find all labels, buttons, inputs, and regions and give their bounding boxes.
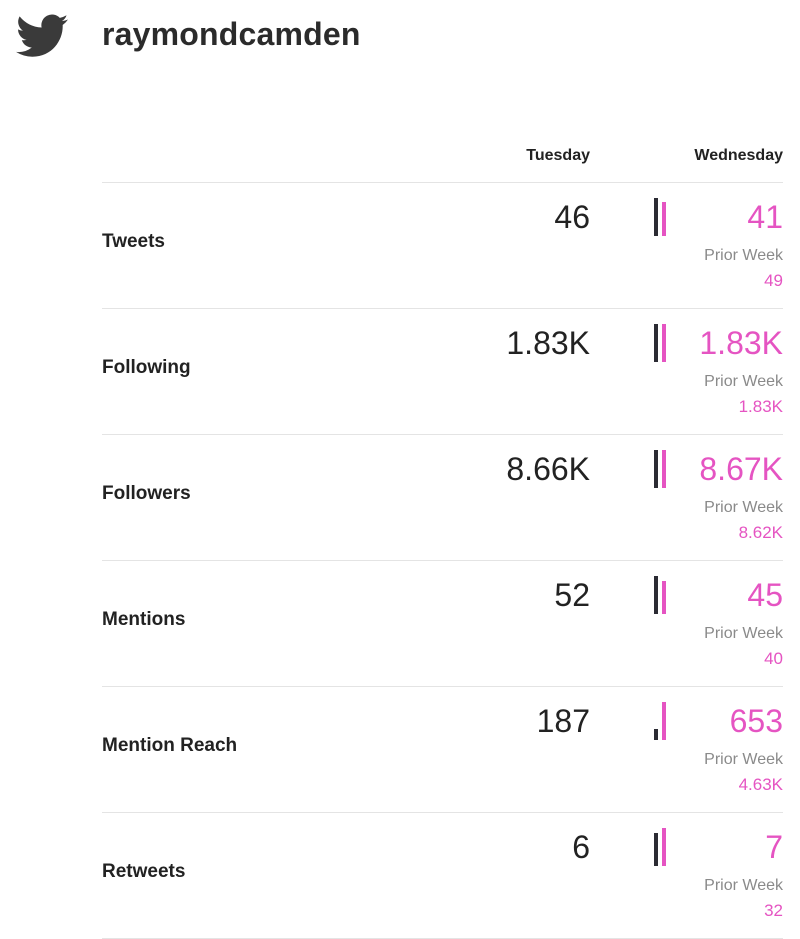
prior-week-value: 49 bbox=[764, 271, 783, 290]
table-row: Mention Reach 187 653 Prior Week 4.63K bbox=[102, 687, 783, 813]
column-header-row: Tuesday Wednesday bbox=[102, 140, 783, 183]
metric-label: Mentions bbox=[102, 609, 186, 630]
prior-week-value: 32 bbox=[764, 901, 783, 920]
wednesday-bar bbox=[662, 450, 666, 488]
prior-week-value: 8.62K bbox=[738, 523, 783, 542]
wednesday-value: 653 bbox=[729, 703, 783, 739]
column-header-wednesday: Wednesday bbox=[694, 147, 783, 164]
tuesday-bar bbox=[654, 198, 658, 236]
comparison-bars bbox=[654, 450, 670, 488]
prior-week-value: 1.83K bbox=[738, 397, 783, 416]
wednesday-bar bbox=[662, 581, 666, 614]
prior-week-label: Prior Week bbox=[704, 751, 783, 768]
comparison-bars bbox=[654, 198, 670, 236]
tuesday-value: 6 bbox=[572, 829, 590, 865]
column-header-tuesday: Tuesday bbox=[526, 147, 590, 164]
tuesday-value: 1.83K bbox=[506, 325, 590, 361]
wednesday-bar bbox=[662, 324, 666, 362]
tuesday-value: 46 bbox=[554, 199, 590, 235]
prior-week-label: Prior Week bbox=[704, 877, 783, 894]
wednesday-bar bbox=[662, 702, 666, 740]
metric-label: Following bbox=[102, 357, 191, 378]
tuesday-bar bbox=[654, 729, 658, 740]
wednesday-value: 41 bbox=[747, 199, 783, 235]
table-row: Followers 8.66K 8.67K Prior Week 8.62K bbox=[102, 435, 783, 561]
comparison-bars bbox=[654, 324, 670, 362]
prior-week-label: Prior Week bbox=[704, 625, 783, 642]
prior-week-label: Prior Week bbox=[704, 247, 783, 264]
wednesday-bar bbox=[662, 202, 666, 236]
tuesday-value: 8.66K bbox=[506, 451, 590, 487]
prior-week-label: Prior Week bbox=[704, 373, 783, 390]
comparison-bars bbox=[654, 702, 670, 740]
wednesday-value: 45 bbox=[747, 577, 783, 613]
wednesday-value: 1.83K bbox=[699, 325, 783, 361]
header: raymondcamden bbox=[0, 0, 800, 80]
comparison-bars bbox=[654, 828, 670, 866]
table-row: Retweets 6 7 Prior Week 32 bbox=[102, 813, 783, 939]
metric-label: Tweets bbox=[102, 231, 166, 252]
tuesday-bar bbox=[654, 324, 658, 362]
prior-week-value: 4.63K bbox=[738, 775, 783, 794]
metric-label: Followers bbox=[102, 483, 191, 504]
comparison-bars bbox=[654, 576, 670, 614]
tuesday-bar bbox=[654, 833, 658, 866]
prior-week-label: Prior Week bbox=[704, 499, 783, 516]
twitter-bird-icon bbox=[16, 14, 68, 57]
table-row: Tweets 46 41 Prior Week 49 bbox=[102, 183, 783, 309]
wednesday-value: 7 bbox=[765, 829, 783, 865]
metric-label: Retweets bbox=[102, 861, 186, 882]
stats-table: Tuesday Wednesday Tweets 46 41 Prior Wee… bbox=[102, 140, 783, 939]
wednesday-value: 8.67K bbox=[699, 451, 783, 487]
tuesday-bar bbox=[654, 576, 658, 614]
tuesday-value: 52 bbox=[554, 577, 590, 613]
metric-label: Mention Reach bbox=[102, 735, 238, 756]
tuesday-bar bbox=[654, 450, 658, 488]
account-username: raymondcamden bbox=[102, 16, 361, 52]
table-row: Mentions 52 45 Prior Week 40 bbox=[102, 561, 783, 687]
table-row: Following 1.83K 1.83K Prior Week 1.83K bbox=[102, 309, 783, 435]
prior-week-value: 40 bbox=[764, 649, 783, 668]
wednesday-bar bbox=[662, 828, 666, 866]
tuesday-value: 187 bbox=[536, 703, 590, 739]
